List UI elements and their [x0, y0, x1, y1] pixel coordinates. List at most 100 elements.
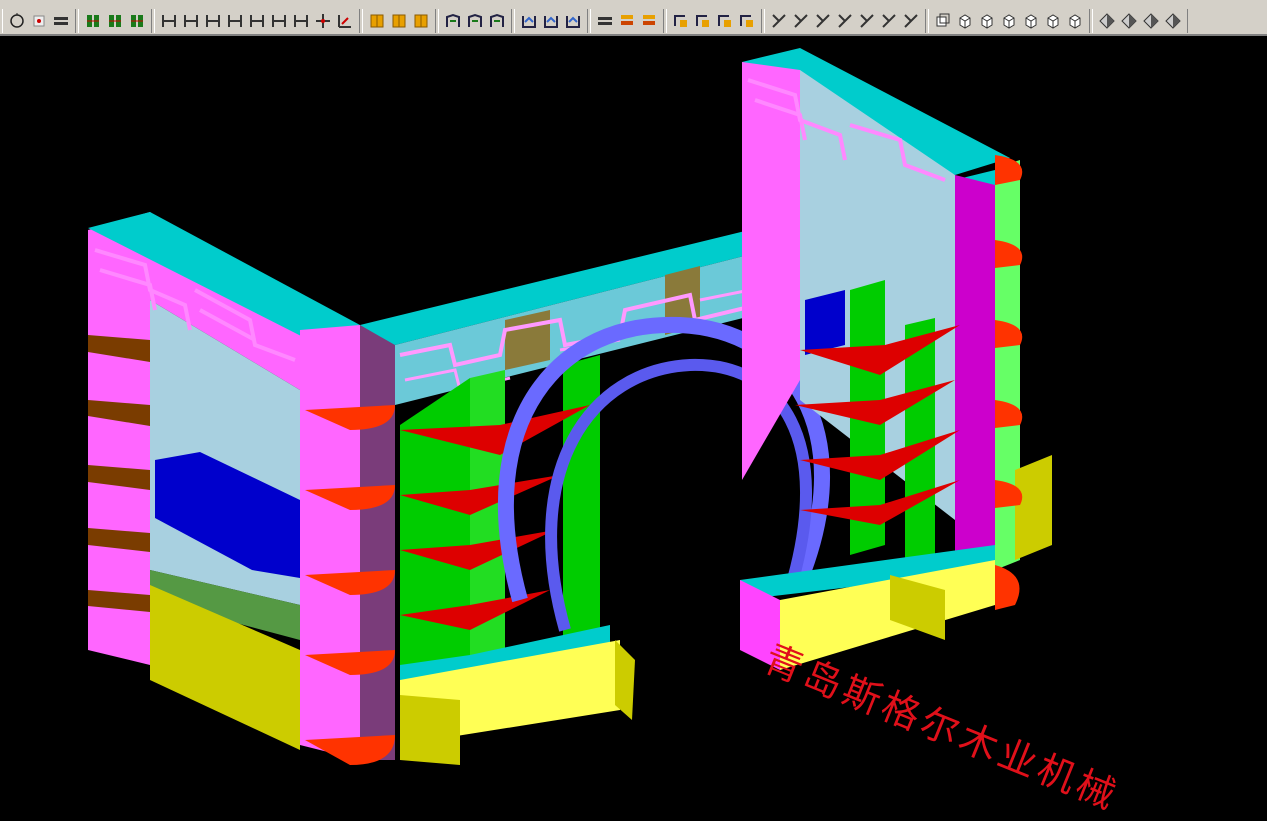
- frame-icon: [468, 13, 482, 27]
- layer-button[interactable]: [50, 10, 72, 32]
- frame-icon: [490, 13, 504, 27]
- move-icon: [316, 14, 330, 28]
- toolbar-group-shade: [1092, 9, 1188, 33]
- draw-icon: [794, 14, 808, 28]
- base-button[interactable]: [540, 10, 562, 32]
- left-cabinet[interactable]: [88, 212, 395, 765]
- panel-icon: [184, 15, 198, 27]
- cube-icon: [1003, 14, 1015, 29]
- panel-button[interactable]: [224, 10, 246, 32]
- shade-button[interactable]: [1162, 10, 1184, 32]
- draw-button[interactable]: [878, 10, 900, 32]
- shade-icon: [1143, 13, 1159, 29]
- panel-button[interactable]: [290, 10, 312, 32]
- cabinet-button[interactable]: [104, 10, 126, 32]
- top-beam-insert: [505, 310, 550, 370]
- panel-icon: [294, 15, 308, 27]
- left-cabinet-edge: [360, 325, 395, 760]
- measure-icon: [338, 15, 351, 28]
- stack-icon: [643, 15, 655, 25]
- shade-button[interactable]: [1140, 10, 1162, 32]
- right-cabinet[interactable]: [740, 48, 1052, 670]
- shade-icon: [1165, 13, 1181, 29]
- draw-icon: [838, 14, 852, 28]
- shade-icon: [1121, 13, 1137, 29]
- center-open-door[interactable]: [400, 695, 460, 765]
- 3d-viewport[interactable]: 青岛斯格尔木业机械: [0, 38, 1267, 819]
- toolbar-group-cabinet: [78, 9, 152, 33]
- panel-button[interactable]: [180, 10, 202, 32]
- copy-button[interactable]: [932, 10, 954, 32]
- draw-button[interactable]: [900, 10, 922, 32]
- panel-button[interactable]: [268, 10, 290, 32]
- stack-button[interactable]: [616, 10, 638, 32]
- draw-icon: [772, 14, 786, 28]
- cube-button[interactable]: [998, 10, 1020, 32]
- point-button[interactable]: [28, 10, 50, 32]
- toolbar-group-layer: [590, 9, 664, 33]
- edit-button[interactable]: [736, 10, 758, 32]
- draw-icon: [860, 14, 874, 28]
- base-button[interactable]: [518, 10, 540, 32]
- base-button[interactable]: [562, 10, 584, 32]
- edit-button[interactable]: [692, 10, 714, 32]
- shade-icon: [1099, 13, 1115, 29]
- cabinet-scene: [88, 48, 1052, 765]
- layer-icon: [54, 17, 68, 25]
- draw-icon: [904, 14, 918, 28]
- door-icon: [392, 14, 406, 28]
- toolbar-group-frame: [438, 9, 512, 33]
- edit-button[interactable]: [670, 10, 692, 32]
- cube-icon: [1047, 14, 1059, 29]
- draw-button[interactable]: [812, 10, 834, 32]
- cube-button[interactable]: [1042, 10, 1064, 32]
- cube-button[interactable]: [1064, 10, 1086, 32]
- shade-button[interactable]: [1118, 10, 1140, 32]
- right-side-door[interactable]: [1015, 455, 1052, 560]
- layer-button[interactable]: [594, 10, 616, 32]
- cabinet-button[interactable]: [126, 10, 148, 32]
- orbit-button[interactable]: [6, 10, 28, 32]
- panel-button[interactable]: [202, 10, 224, 32]
- edit-icon: [696, 15, 709, 27]
- door-icon: [414, 14, 428, 28]
- cube-button[interactable]: [1020, 10, 1042, 32]
- frame-button[interactable]: [486, 10, 508, 32]
- shade-button[interactable]: [1096, 10, 1118, 32]
- draw-button[interactable]: [768, 10, 790, 32]
- draw-button[interactable]: [834, 10, 856, 32]
- frame-button[interactable]: [464, 10, 486, 32]
- cube-button[interactable]: [976, 10, 998, 32]
- frame-button[interactable]: [442, 10, 464, 32]
- center-upright: [400, 378, 470, 690]
- draw-button[interactable]: [790, 10, 812, 32]
- cabinet-button[interactable]: [82, 10, 104, 32]
- toolbar-group-door: [362, 9, 436, 33]
- right-cabinet-blue-panel: [805, 290, 845, 355]
- point-icon: [33, 15, 45, 27]
- cube-icon: [1069, 14, 1081, 29]
- stack-button[interactable]: [638, 10, 660, 32]
- edit-button[interactable]: [714, 10, 736, 32]
- door-button[interactable]: [366, 10, 388, 32]
- layer-icon: [598, 17, 612, 25]
- measure-button[interactable]: [334, 10, 356, 32]
- draw-icon: [882, 14, 896, 28]
- copy-icon: [936, 13, 950, 27]
- panel-icon: [162, 15, 176, 27]
- door-button[interactable]: [410, 10, 432, 32]
- door-button[interactable]: [388, 10, 410, 32]
- panel-button[interactable]: [246, 10, 268, 32]
- cube-button[interactable]: [954, 10, 976, 32]
- toolbar-group-view: [2, 9, 76, 33]
- cabinet-icon: [131, 15, 143, 27]
- draw-button[interactable]: [856, 10, 878, 32]
- door-icon: [370, 14, 384, 28]
- move-button[interactable]: [312, 10, 334, 32]
- main-toolbar: [0, 8, 1267, 36]
- panel-button[interactable]: [158, 10, 180, 32]
- toolbar-group-view3d: [928, 9, 1090, 33]
- panel-icon: [206, 15, 220, 27]
- panel-icon: [228, 15, 242, 27]
- cube-icon: [959, 14, 971, 29]
